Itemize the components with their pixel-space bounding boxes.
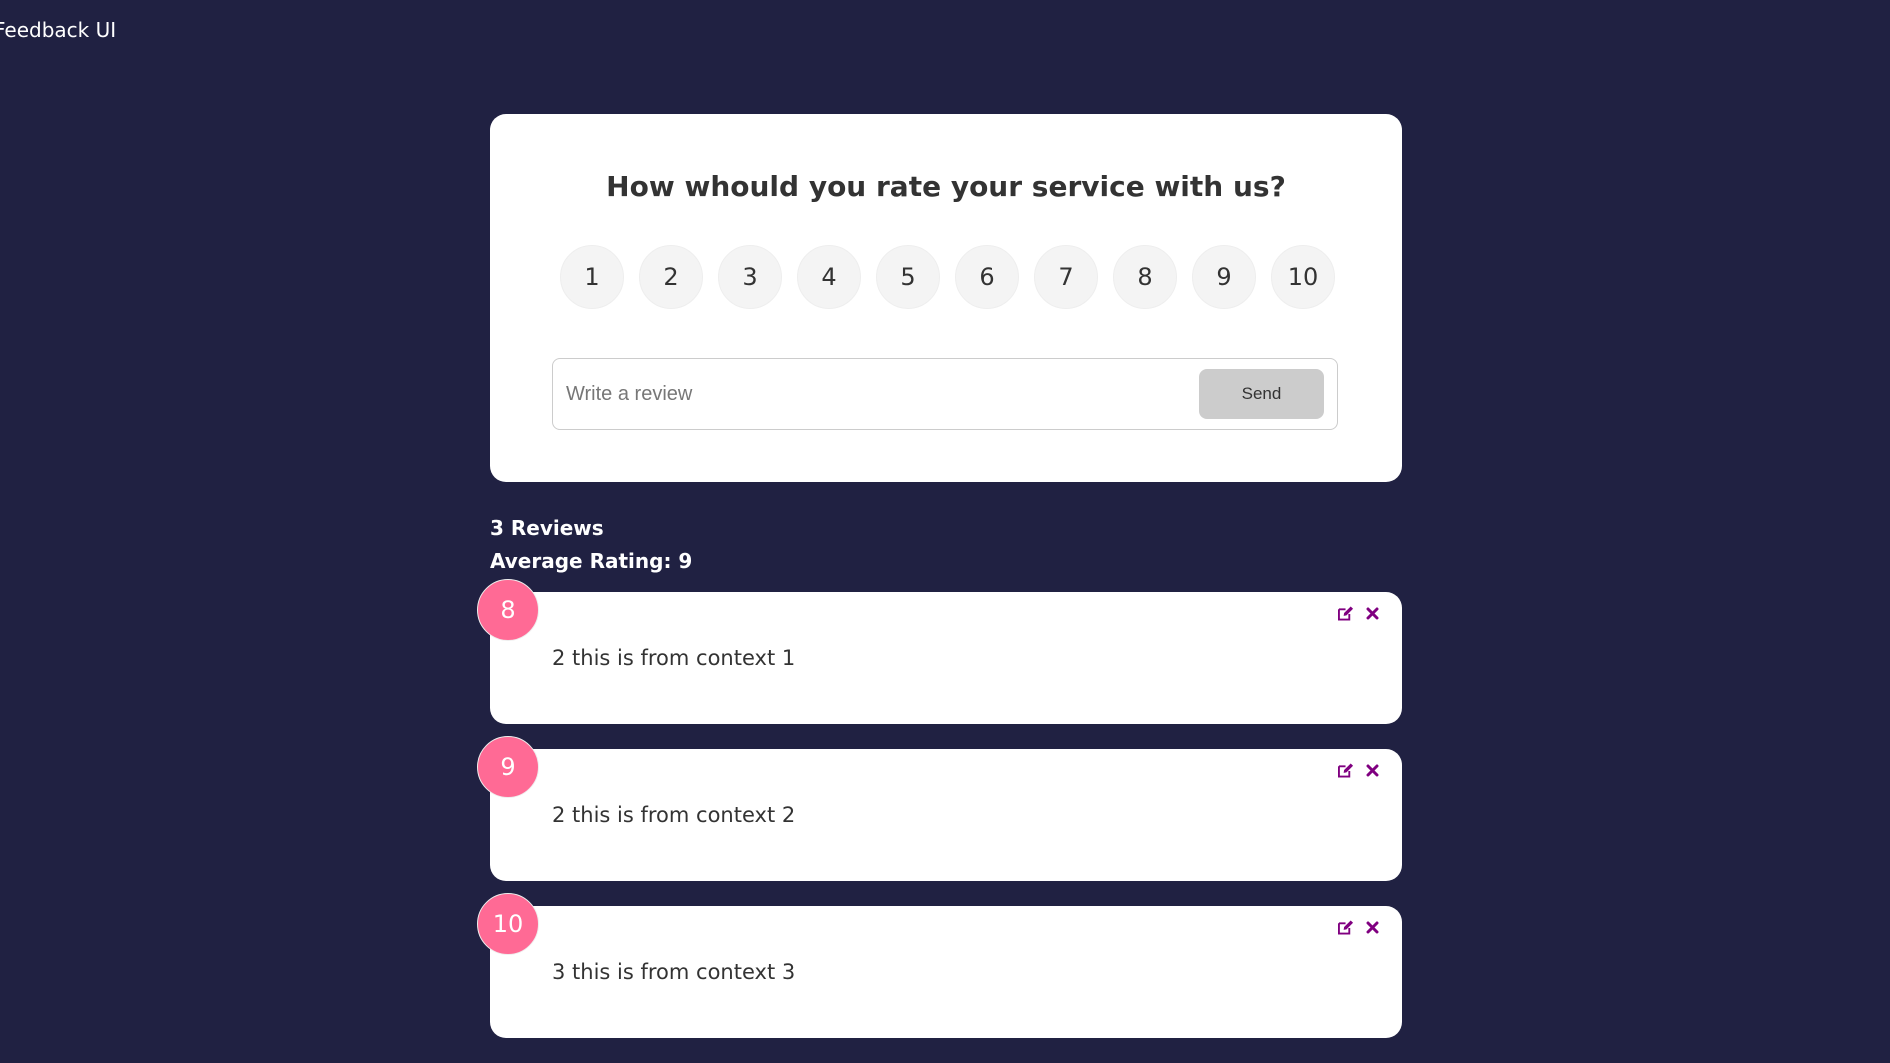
review-text: 3 this is from context 3 [552,960,796,984]
review-card: 9 2 this is from context 2 [477,736,1402,881]
review-rating-badge: 9 [477,736,539,798]
close-icon [1366,921,1378,933]
rating-option-5[interactable]: 5 [876,245,940,309]
delete-button[interactable] [1364,602,1380,624]
rating-option-3[interactable]: 3 [718,245,782,309]
edit-icon [1338,762,1354,778]
edit-button[interactable] [1338,602,1354,624]
edit-icon [1338,605,1354,621]
review-input[interactable] [566,382,1199,406]
app-title: Feedback UI [0,18,117,42]
rating-option-10[interactable]: 10 [1271,245,1335,309]
review-rating-badge: 8 [477,579,539,641]
rating-option-9[interactable]: 9 [1192,245,1256,309]
review-list: 8 2 this is from context 1 9 2 this is f… [477,579,1402,1038]
review-text: 2 this is from context 1 [552,646,796,670]
rating-question: How whould you rate your service with us… [606,170,1286,203]
rating-option-1[interactable]: 1 [560,245,624,309]
rating-options: 1 2 3 4 5 6 7 8 9 10 [560,245,1335,309]
close-icon [1366,607,1378,619]
review-actions [1338,916,1380,938]
review-actions [1338,602,1380,624]
rating-option-6[interactable]: 6 [955,245,1019,309]
rating-option-8[interactable]: 8 [1113,245,1177,309]
review-rating-badge: 10 [477,893,539,955]
send-button[interactable]: Send [1199,369,1324,419]
rating-option-2[interactable]: 2 [639,245,703,309]
review-text: 2 this is from context 2 [552,803,796,827]
rating-card: How whould you rate your service with us… [490,114,1402,482]
review-stats: 3 Reviews Average Rating: 9 [490,512,1402,578]
review-card: 8 2 this is from context 1 [477,579,1402,724]
main-container: How whould you rate your service with us… [477,114,1402,1063]
rating-option-4[interactable]: 4 [797,245,861,309]
edit-icon [1338,919,1354,935]
average-rating: Average Rating: 9 [490,549,693,573]
close-icon [1366,764,1378,776]
review-actions [1338,759,1380,781]
edit-button[interactable] [1338,916,1354,938]
review-card: 10 3 this is from context 3 [477,893,1402,1038]
edit-button[interactable] [1338,759,1354,781]
review-form: Send [552,358,1338,430]
delete-button[interactable] [1364,916,1380,938]
rating-option-7[interactable]: 7 [1034,245,1098,309]
reviews-count: 3 Reviews [490,516,604,540]
delete-button[interactable] [1364,759,1380,781]
